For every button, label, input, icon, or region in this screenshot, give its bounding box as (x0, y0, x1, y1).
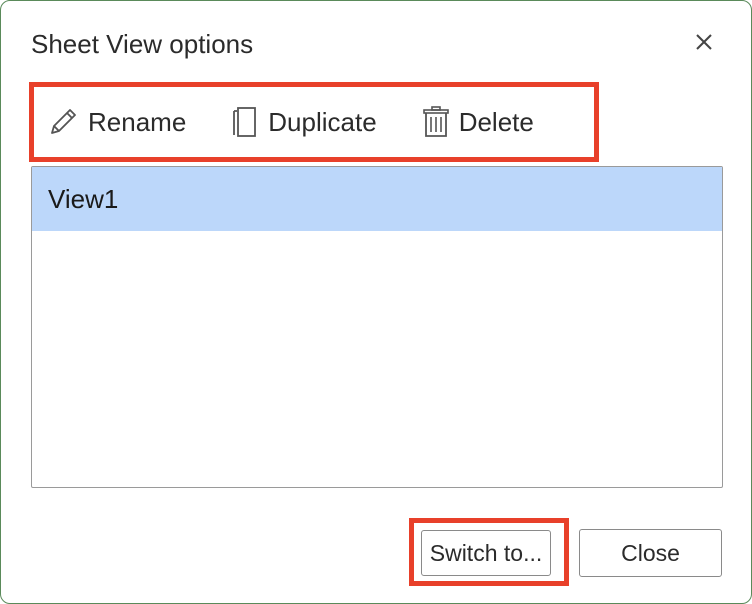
list-item[interactable]: View1 (32, 167, 722, 231)
sheet-view-list[interactable]: View1 (31, 166, 723, 488)
delete-label: Delete (458, 106, 534, 137)
rename-button[interactable]: Rename (46, 105, 186, 139)
duplicate-icon (233, 107, 257, 137)
rename-label: Rename (88, 106, 187, 137)
sheet-view-options-dialog: Sheet View options Rename Duplicate Dele… (0, 0, 752, 604)
view-toolbar: Rename Duplicate Delete (46, 99, 534, 145)
duplicate-button[interactable]: Duplicate (230, 105, 377, 139)
close-button[interactable]: Close (579, 529, 722, 577)
close-icon[interactable] (691, 29, 719, 57)
switch-to-button[interactable]: Switch to... (421, 530, 551, 576)
trash-icon (422, 106, 449, 137)
delete-button[interactable]: Delete (421, 105, 534, 139)
duplicate-label: Duplicate (268, 106, 377, 137)
pencil-icon (51, 109, 76, 134)
dialog-title: Sheet View options (31, 29, 254, 59)
